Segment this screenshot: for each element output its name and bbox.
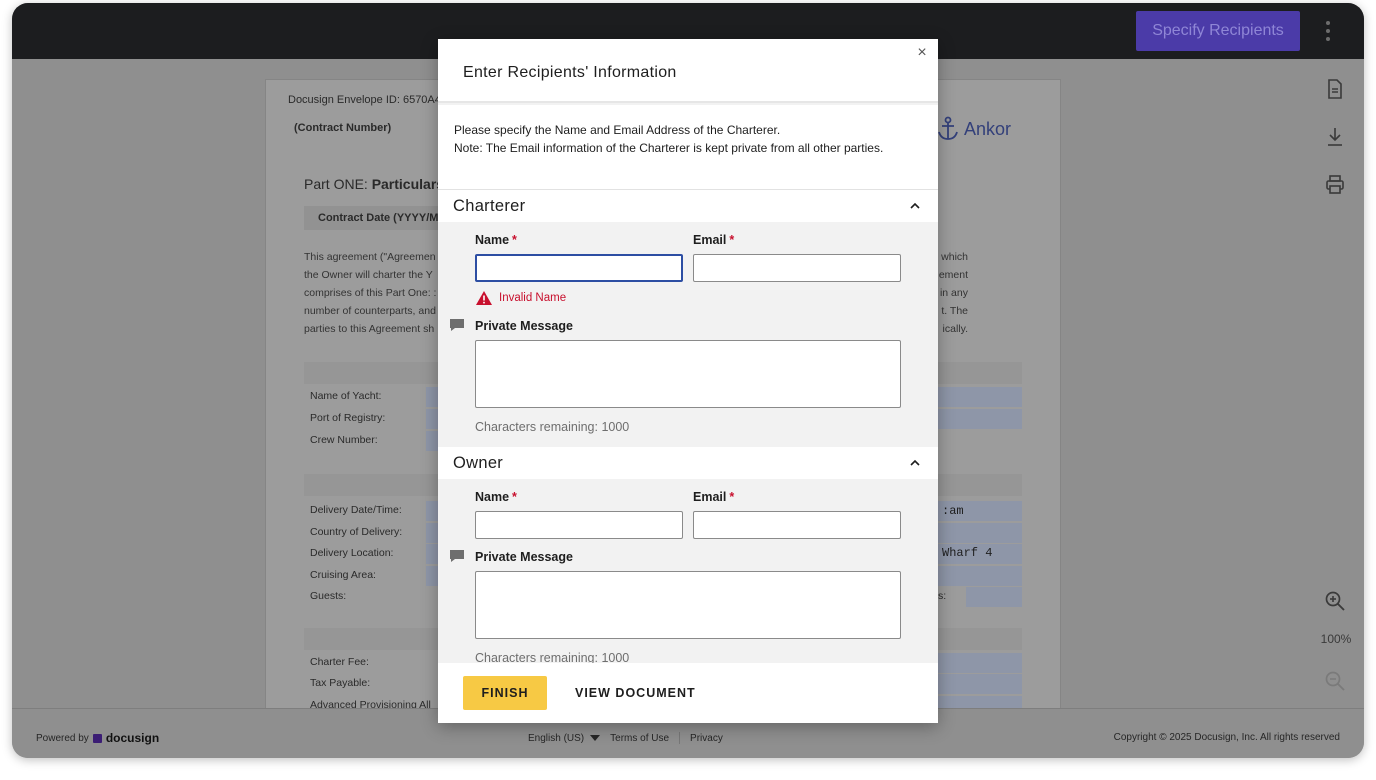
owner-chars-remaining: Characters remaining: 1000 bbox=[475, 651, 630, 663]
charterer-name-label: Name * bbox=[475, 233, 517, 247]
field-highlight bbox=[426, 501, 438, 521]
part-one-heading: Part ONE: Particulars bbox=[304, 176, 445, 192]
field-highlight bbox=[938, 653, 1022, 673]
field-highlight bbox=[426, 523, 438, 543]
field-highlight bbox=[426, 566, 438, 586]
guests-right-label: s: bbox=[938, 590, 947, 602]
owner-name-input[interactable] bbox=[475, 511, 683, 539]
fee-row: Charter Fee: bbox=[310, 656, 369, 668]
contract-number-label: (Contract Number) bbox=[294, 122, 392, 134]
zoom-in-icon[interactable] bbox=[1323, 589, 1347, 613]
document-icon[interactable] bbox=[1323, 77, 1347, 101]
delivery-time-value: :am bbox=[942, 504, 964, 518]
terms-link[interactable]: Terms of Use bbox=[610, 733, 669, 744]
field-highlight bbox=[426, 431, 438, 451]
field-highlight bbox=[966, 587, 1022, 607]
anchor-icon bbox=[938, 116, 958, 140]
ankor-logo: Ankor bbox=[936, 116, 1011, 142]
message-icon bbox=[450, 550, 464, 562]
docusign-logo-icon bbox=[92, 733, 102, 743]
charterer-private-message-label: Private Message bbox=[475, 319, 573, 333]
field-highlight bbox=[938, 523, 1022, 543]
delivery-row: Cruising Area: bbox=[310, 569, 376, 581]
download-icon[interactable] bbox=[1323, 125, 1347, 149]
field-highlight bbox=[938, 674, 1022, 694]
delivery-row: Country of Delivery: bbox=[310, 526, 403, 538]
charterer-name-input[interactable] bbox=[475, 254, 683, 282]
fee-row: Tax Payable: bbox=[310, 677, 371, 689]
modal-body[interactable]: Please specify the Name and Email Addres… bbox=[438, 105, 938, 663]
specify-recipients-button[interactable]: Specify Recipients bbox=[1136, 11, 1300, 51]
chevron-up-icon[interactable] bbox=[910, 201, 920, 211]
charterer-email-label: Email * bbox=[693, 233, 735, 247]
right-toolbar: 100% bbox=[1306, 59, 1364, 708]
logo-text: Ankor bbox=[964, 118, 1012, 139]
field-highlight bbox=[938, 566, 1022, 586]
message-icon bbox=[450, 319, 464, 331]
delivery-location-value: Wharf 4 bbox=[942, 546, 993, 560]
delivery-row: Delivery Location: bbox=[310, 547, 394, 559]
kebab-vertical-icon[interactable] bbox=[1320, 19, 1336, 43]
modal-title: Enter Recipients' Information bbox=[463, 64, 677, 81]
privacy-link[interactable]: Privacy bbox=[690, 733, 723, 744]
charterer-email-input[interactable] bbox=[693, 254, 901, 282]
owner-name-label: Name * bbox=[475, 490, 517, 504]
yacht-row: Port of Registry: bbox=[310, 412, 386, 424]
caret-down-icon bbox=[590, 735, 601, 741]
yacht-row: Crew Number: bbox=[310, 434, 378, 446]
footer-links: English (US) Terms of Use Privacy bbox=[528, 732, 723, 744]
divider bbox=[679, 732, 681, 744]
field-highlight bbox=[426, 544, 438, 564]
close-icon[interactable]: × bbox=[914, 45, 930, 61]
charterer-name-error: Invalid Name bbox=[475, 290, 566, 306]
copyright: Copyright © 2025 Docusign, Inc. All righ… bbox=[1113, 732, 1340, 743]
zoom-level: 100% bbox=[1320, 632, 1352, 646]
owner-section-header[interactable]: Owner bbox=[438, 447, 938, 479]
language-select[interactable]: English (US) bbox=[528, 733, 601, 744]
owner-email-label: Email * bbox=[693, 490, 735, 504]
owner-private-message-label: Private Message bbox=[475, 550, 573, 564]
modal-header: Enter Recipients' Information × bbox=[438, 39, 938, 103]
chevron-up-icon[interactable] bbox=[910, 458, 920, 468]
print-icon[interactable] bbox=[1323, 173, 1347, 197]
powered-by: Powered by docusign bbox=[36, 731, 160, 745]
modal-footer: FINISH VIEW DOCUMENT bbox=[438, 663, 938, 723]
delivery-row: Guests: bbox=[310, 590, 347, 602]
agreement-paragraph-right: which ement in any t. The ically. bbox=[938, 251, 968, 335]
zoom-out-icon[interactable] bbox=[1323, 669, 1347, 693]
field-highlight bbox=[938, 409, 1022, 429]
intro-text: Please specify the Name and Email Addres… bbox=[438, 105, 938, 190]
charterer-section-header[interactable]: Charterer bbox=[438, 190, 938, 222]
envelope-id: Docusign Envelope ID: 6570A4 bbox=[288, 94, 441, 106]
delivery-row: Delivery Date/Time: bbox=[310, 504, 402, 516]
recipients-modal: Enter Recipients' Information × Please s… bbox=[438, 39, 938, 723]
view-document-button[interactable]: VIEW DOCUMENT bbox=[575, 676, 696, 710]
owner-private-message-input[interactable] bbox=[475, 571, 901, 639]
charterer-private-message-input[interactable] bbox=[475, 340, 901, 408]
warning-icon bbox=[476, 291, 492, 305]
field-highlight bbox=[426, 387, 438, 407]
charterer-chars-remaining: Characters remaining: 1000 bbox=[475, 420, 630, 434]
finish-button[interactable]: FINISH bbox=[463, 676, 547, 710]
field-highlight bbox=[938, 387, 1022, 407]
field-highlight bbox=[426, 409, 438, 429]
owner-email-input[interactable] bbox=[693, 511, 901, 539]
yacht-row: Name of Yacht: bbox=[310, 390, 382, 402]
